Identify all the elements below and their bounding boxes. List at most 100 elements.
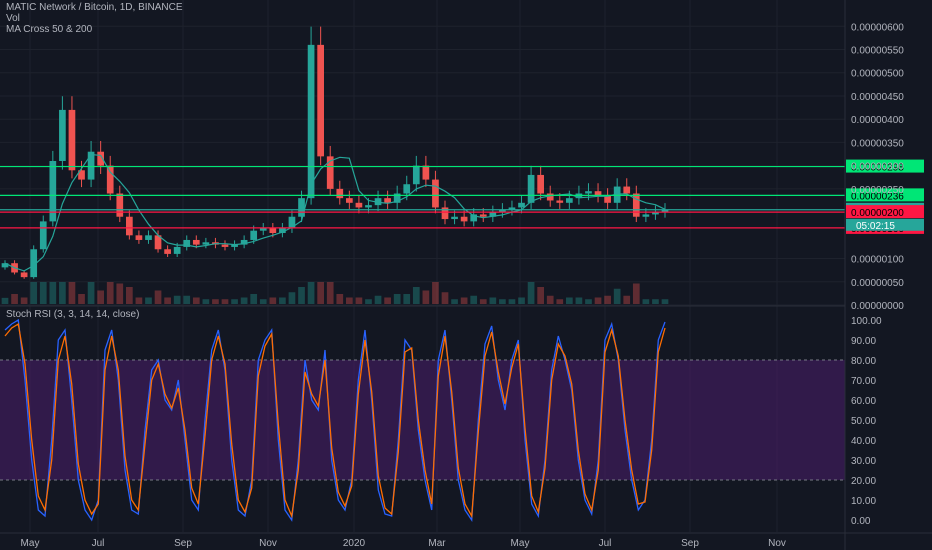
- candle-body: [173, 246, 181, 254]
- volume-bar: [393, 294, 401, 304]
- volume-bar: [508, 299, 516, 304]
- candle-body: [39, 221, 47, 250]
- candle-body: [384, 198, 391, 203]
- volume-bar: [288, 292, 296, 304]
- price-tick-label: 0.00000050: [851, 278, 904, 289]
- volume-bar: [412, 287, 420, 304]
- rsi-tick-label: 100.00: [851, 316, 882, 327]
- candle-body: [126, 216, 133, 236]
- candle-body: [479, 214, 487, 217]
- volume-bar: [145, 297, 152, 304]
- volume-bar: [556, 299, 564, 304]
- volume-bar: [326, 282, 334, 304]
- rsi-tick-label: 60.00: [851, 396, 876, 407]
- candle-body: [20, 272, 28, 278]
- volume-bar: [173, 295, 181, 304]
- candle-body: [642, 214, 650, 217]
- price-tick-label: 0.00000250: [851, 185, 904, 196]
- volume-bar: [623, 295, 631, 304]
- rsi-tick-label: 30.00: [851, 456, 876, 467]
- rsi-tick-label: 20.00: [851, 476, 876, 487]
- volume-bar: [460, 297, 468, 304]
- volume-bar: [355, 297, 363, 304]
- candle-body: [192, 239, 200, 245]
- candle-body: [566, 198, 573, 203]
- candle-body: [164, 249, 171, 254]
- candle-body: [259, 228, 267, 231]
- volume-bar: [432, 282, 439, 304]
- candle-body: [518, 202, 525, 208]
- volume-bar: [336, 294, 344, 304]
- rsi-tick-label: 40.00: [851, 436, 876, 447]
- volume-bar: [20, 297, 28, 304]
- time-tick-label: Nov: [768, 538, 786, 549]
- symbol-title[interactable]: MATIC Network / Bitcoin, 1D, BINANCE: [6, 2, 183, 13]
- candle-body: [537, 174, 544, 194]
- candle-body: [59, 109, 66, 161]
- countdown-label: 05:02:15: [856, 221, 895, 232]
- candle-body: [221, 244, 229, 247]
- time-tick-label: Jul: [92, 538, 105, 549]
- volume-bar: [575, 297, 583, 304]
- rsi-tick-label: 80.00: [851, 356, 876, 367]
- price-tick-label: 0.00000600: [851, 22, 904, 33]
- time-tick-label: Nov: [259, 538, 277, 549]
- volume-bar: [59, 282, 66, 304]
- volume-bar: [537, 287, 544, 304]
- candle-body: [87, 151, 95, 180]
- candle-body: [546, 193, 554, 201]
- volume-bar: [259, 299, 267, 304]
- volume-bar: [106, 282, 114, 304]
- volume-bar: [518, 297, 525, 304]
- volume-bar: [126, 287, 133, 304]
- volume-bar: [192, 297, 200, 304]
- candle-body: [106, 165, 114, 194]
- volume-bar: [240, 297, 248, 304]
- candle-body: [556, 200, 564, 203]
- rsi-tick-label: 0.00: [851, 516, 871, 527]
- volume-bar: [451, 299, 458, 304]
- volume-bar: [594, 297, 602, 304]
- volume-bar: [317, 282, 324, 304]
- volume-bar: [441, 292, 449, 304]
- volume-bar: [164, 297, 171, 304]
- trading-chart[interactable]: 0.000002980.000002360.000002050.00000200…: [0, 0, 932, 550]
- volume-bar: [566, 297, 573, 304]
- ma-cross-legend[interactable]: MA Cross 50 & 200: [6, 24, 92, 35]
- volume-bar: [212, 299, 219, 304]
- candle-body: [135, 235, 143, 240]
- candle-body: [451, 216, 458, 220]
- volume-bar: [87, 282, 95, 304]
- rsi-tick-label: 50.00: [851, 416, 876, 427]
- candle-body: [585, 191, 592, 194]
- candle-body: [365, 205, 372, 208]
- price-tick-label: 0.00000500: [851, 69, 904, 80]
- volume-bar: [489, 297, 497, 304]
- price-tick-label: 0.00000400: [851, 115, 904, 126]
- volume-bar: [403, 294, 411, 304]
- candle-body: [623, 186, 631, 194]
- volume-bar: [221, 299, 229, 304]
- volume-bar: [307, 282, 315, 304]
- volume-bar: [422, 290, 430, 304]
- volume-bar: [546, 295, 554, 304]
- candle-body: [269, 228, 277, 233]
- time-tick-label: 2020: [343, 538, 366, 549]
- volume-bar: [78, 294, 85, 304]
- volume-bar: [527, 282, 535, 304]
- volume-bar: [1, 297, 9, 304]
- candle-body: [355, 202, 363, 208]
- volume-legend[interactable]: Vol: [6, 13, 20, 24]
- candle-body: [632, 193, 640, 217]
- candle-body: [288, 216, 296, 229]
- candle-body: [68, 109, 76, 171]
- volume-bar: [499, 299, 506, 304]
- candle-body: [307, 44, 315, 199]
- rsi-title[interactable]: Stoch RSI (3, 3, 14, 14, close): [6, 309, 139, 320]
- candle-body: [412, 165, 420, 185]
- legend-main: MATIC Network / Bitcoin, 1D, BINANCE Vol…: [6, 2, 183, 35]
- level-price-label: 0.00000200: [851, 208, 904, 219]
- volume-bar: [30, 282, 38, 304]
- time-tick-label: Jul: [599, 538, 612, 549]
- candle-body: [432, 179, 439, 208]
